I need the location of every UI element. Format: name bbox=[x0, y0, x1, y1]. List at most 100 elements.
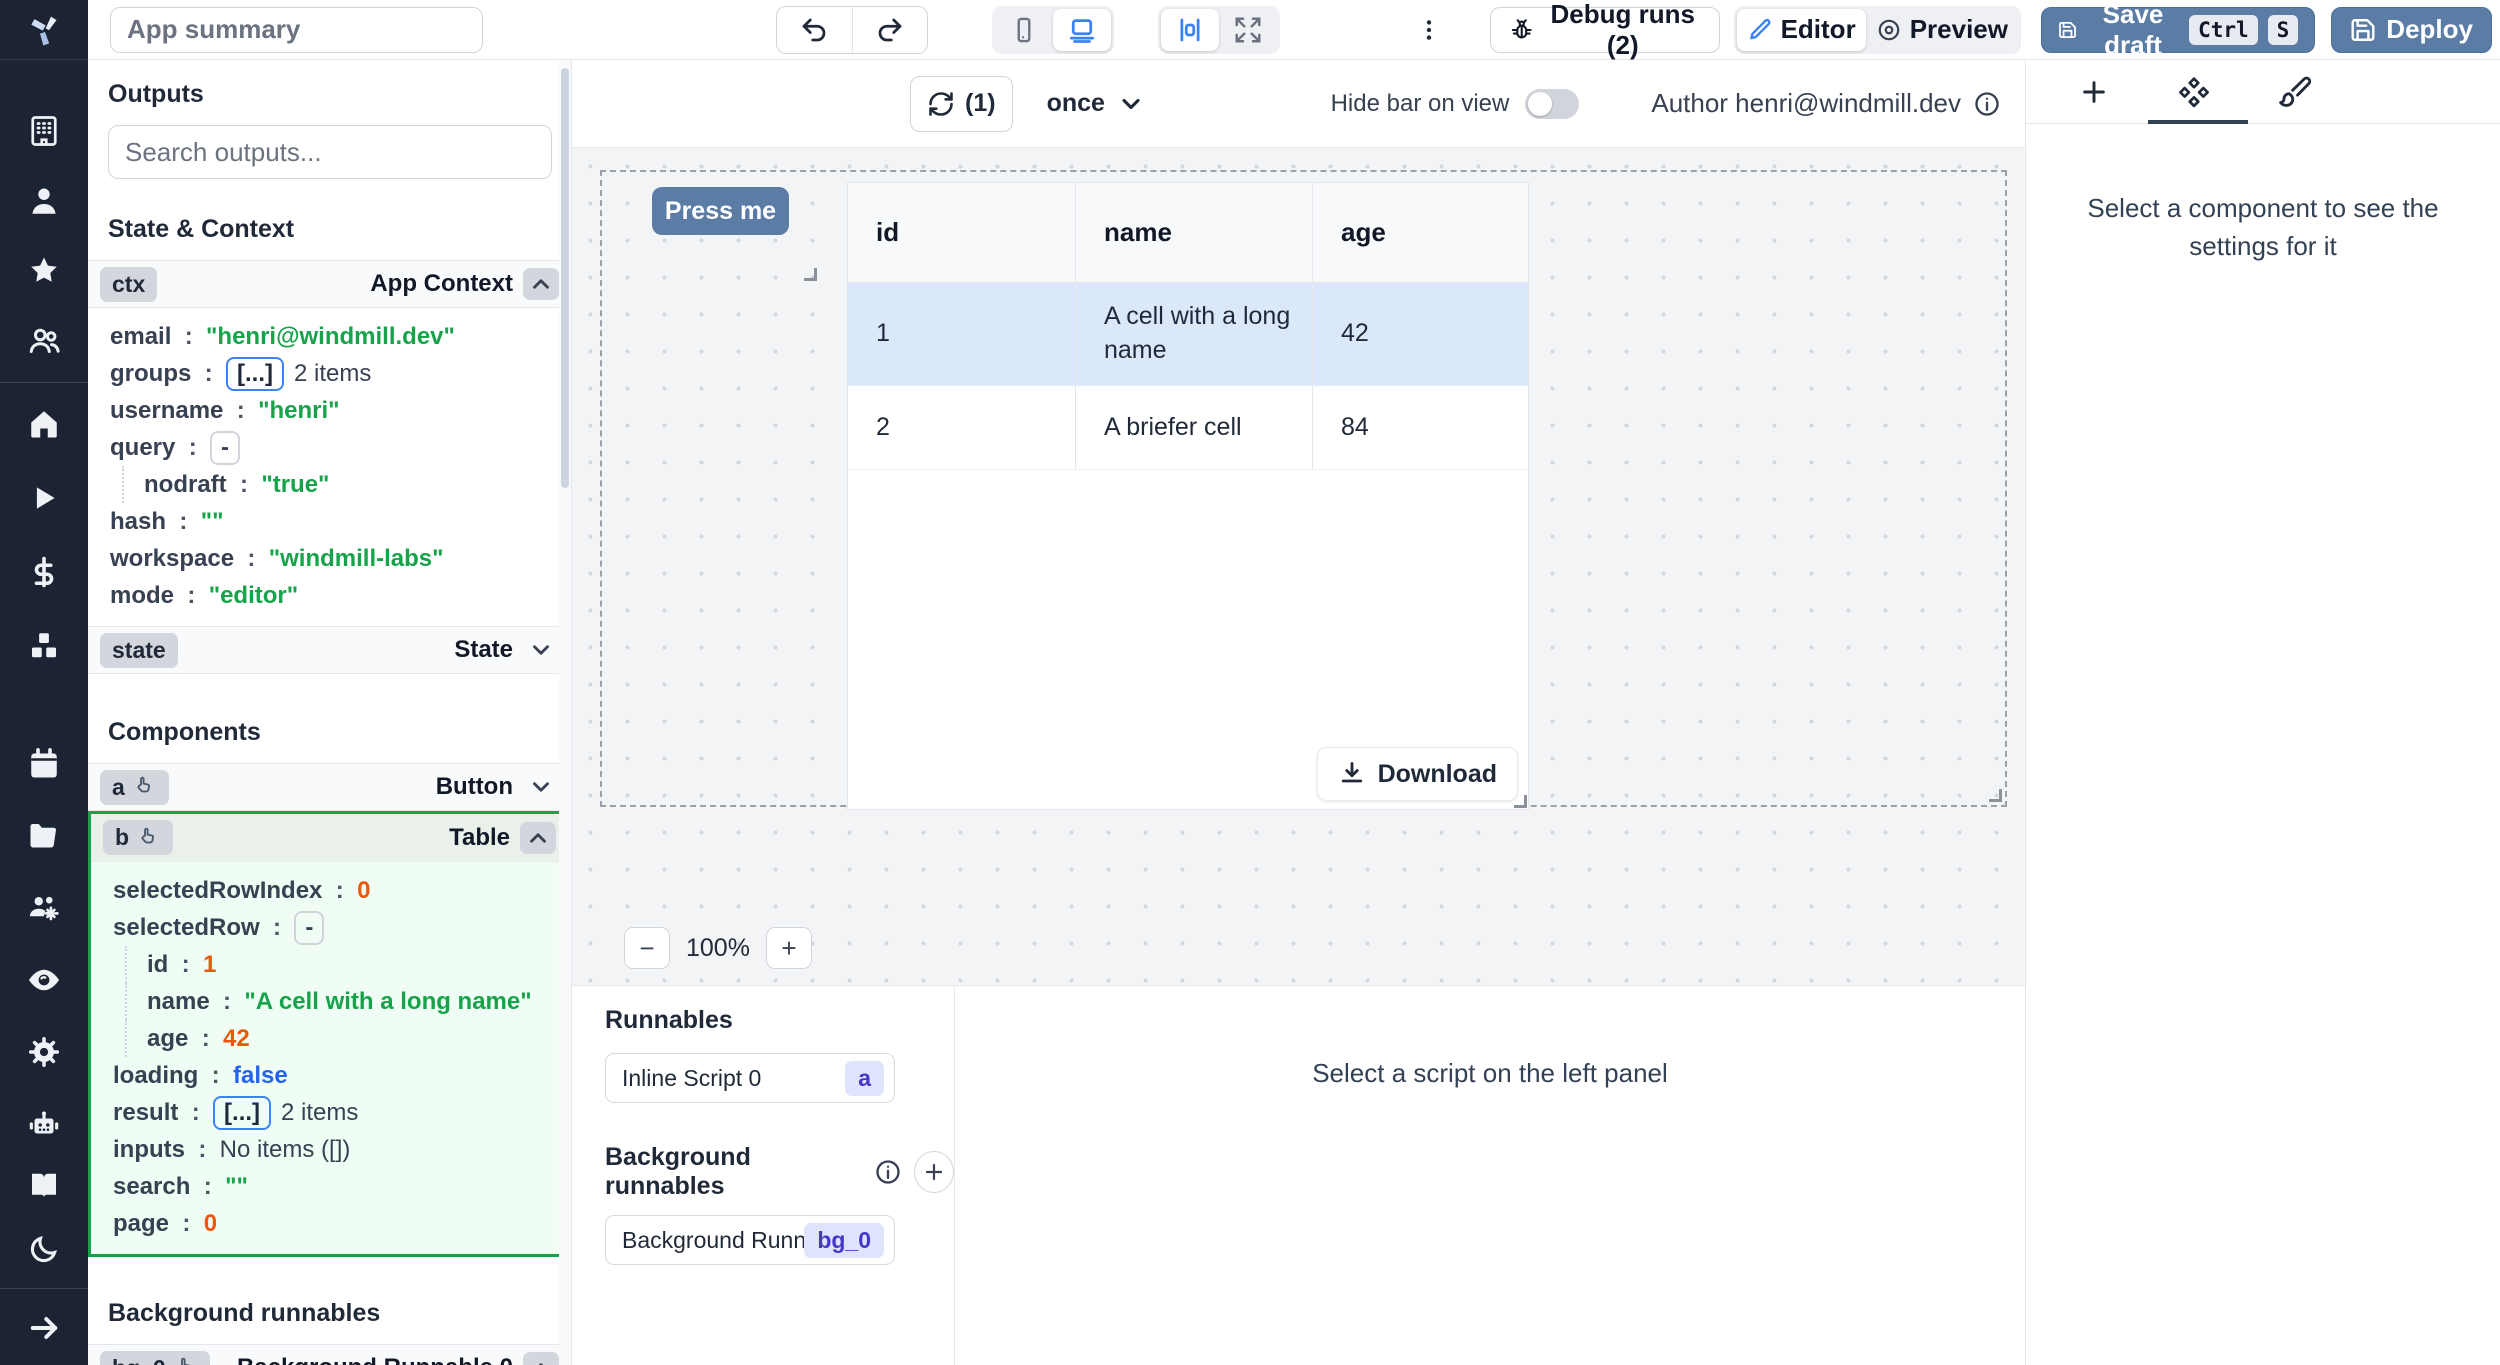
expand-array-badge[interactable]: [...] bbox=[226, 357, 284, 391]
more-menu-button[interactable] bbox=[1412, 7, 1446, 53]
deploy-button[interactable]: Deploy bbox=[2331, 7, 2492, 53]
resize-handle[interactable] bbox=[804, 268, 817, 281]
output-row: nodraft"true" bbox=[122, 466, 571, 503]
folder-icon[interactable] bbox=[17, 809, 71, 863]
app-canvas[interactable]: Press me id name age 1 A cell with a lon… bbox=[572, 148, 2025, 985]
button-component-header[interactable]: a Button bbox=[88, 763, 571, 811]
info-icon[interactable] bbox=[874, 1158, 902, 1186]
chevron-up-icon[interactable] bbox=[523, 1352, 559, 1365]
outputs-scrollbar[interactable] bbox=[559, 60, 571, 1365]
background-runnables-header: Background runnables bbox=[605, 1143, 954, 1201]
output-row: query- bbox=[110, 429, 571, 466]
play-icon[interactable] bbox=[17, 471, 71, 525]
book-icon[interactable] bbox=[17, 1158, 71, 1212]
hide-bar-toggle[interactable] bbox=[1525, 89, 1579, 119]
calendar-icon[interactable] bbox=[17, 737, 71, 791]
table-row[interactable]: 1 A cell with a long name 42 bbox=[848, 283, 1528, 386]
state-section-header[interactable]: state State bbox=[88, 626, 571, 674]
chevron-down-icon[interactable] bbox=[523, 771, 559, 803]
press-me-button[interactable]: Press me bbox=[652, 187, 789, 235]
schedule-dropdown[interactable]: once bbox=[1047, 89, 1145, 118]
save-draft-button[interactable]: Save draft Ctrl S bbox=[2041, 7, 2315, 53]
table-component-header[interactable]: b Table bbox=[91, 814, 568, 862]
users-icon[interactable] bbox=[17, 314, 71, 368]
script-editor-empty-state: Select a script on the left panel bbox=[955, 986, 2025, 1365]
output-row: mode"editor" bbox=[110, 577, 571, 614]
refresh-count: (1) bbox=[965, 89, 996, 118]
undo-button[interactable] bbox=[777, 7, 852, 53]
column-header[interactable]: id bbox=[848, 183, 1075, 283]
chevron-up-icon[interactable] bbox=[523, 268, 559, 300]
debug-runs-button[interactable]: Debug runs (2) bbox=[1490, 7, 1719, 53]
editor-tab[interactable]: Editor bbox=[1737, 9, 1866, 51]
eye-icon[interactable] bbox=[17, 953, 71, 1007]
gear-icon[interactable] bbox=[17, 1025, 71, 1079]
windmill-logo[interactable] bbox=[0, 0, 88, 60]
output-row: username"henri" bbox=[110, 392, 571, 429]
inline-script-item[interactable]: Inline Script 0 a bbox=[605, 1053, 895, 1103]
users-gear-icon[interactable] bbox=[17, 881, 71, 935]
state-context-title: State & Context bbox=[88, 215, 571, 244]
table-row[interactable]: 2 A briefer cell 84 bbox=[848, 386, 1528, 470]
inline-script-badge: a bbox=[845, 1061, 884, 1096]
star-icon[interactable] bbox=[17, 244, 71, 298]
kbd-ctrl: Ctrl bbox=[2189, 15, 2258, 45]
component-settings-tab[interactable] bbox=[2144, 60, 2244, 124]
info-icon[interactable] bbox=[1973, 90, 2001, 118]
chevron-up-icon[interactable] bbox=[520, 822, 556, 854]
search-outputs-input[interactable] bbox=[108, 125, 552, 179]
resize-handle[interactable] bbox=[1514, 795, 1527, 808]
windmill-logo-icon bbox=[24, 10, 64, 50]
table-component-section: b Table selectedRowIndex0 selectedRow- i… bbox=[88, 811, 571, 1257]
redo-button[interactable] bbox=[852, 7, 927, 53]
arrow-right-icon[interactable] bbox=[17, 1301, 71, 1355]
zoom-out-button[interactable]: − bbox=[624, 927, 670, 969]
output-row: result[...]2 items bbox=[113, 1094, 568, 1131]
fullscreen-button[interactable] bbox=[1219, 9, 1277, 51]
app-summary-input[interactable] bbox=[110, 7, 483, 53]
empty-value-badge[interactable]: - bbox=[294, 911, 324, 945]
dollar-icon[interactable] bbox=[17, 545, 71, 599]
deploy-label: Deploy bbox=[2386, 14, 2473, 45]
redo-icon bbox=[875, 15, 905, 45]
mobile-view-button[interactable] bbox=[995, 9, 1053, 51]
center-align-button[interactable] bbox=[1161, 9, 1219, 51]
button-component-type: Button bbox=[436, 773, 513, 801]
bg-runnable-header[interactable]: bg_0 Background Runnable 0 bbox=[88, 1344, 571, 1365]
empty-value-badge[interactable]: - bbox=[210, 431, 240, 465]
refresh-icon bbox=[927, 90, 955, 118]
zoom-level: 100% bbox=[686, 934, 750, 963]
settings-panel: Select a component to see the settings f… bbox=[2025, 60, 2500, 1365]
expand-array-badge[interactable]: [...] bbox=[213, 1096, 271, 1130]
robot-icon[interactable] bbox=[17, 1097, 71, 1151]
cubes-icon[interactable] bbox=[17, 619, 71, 673]
refresh-button[interactable]: (1) bbox=[910, 76, 1013, 132]
chevron-down-icon[interactable] bbox=[523, 634, 559, 666]
user-icon[interactable] bbox=[17, 174, 71, 228]
preview-tab[interactable]: Preview bbox=[1866, 9, 2018, 51]
runnables-title: Runnables bbox=[605, 1006, 954, 1035]
insert-component-tab[interactable] bbox=[2044, 60, 2144, 124]
add-background-runnable-button[interactable] bbox=[914, 1151, 954, 1193]
save-icon bbox=[2350, 17, 2376, 43]
building-icon[interactable] bbox=[17, 104, 71, 158]
editor-preview-group: Editor Preview bbox=[1734, 6, 2021, 54]
home-icon[interactable] bbox=[17, 397, 71, 451]
download-button[interactable]: Download bbox=[1317, 747, 1518, 801]
moon-icon[interactable] bbox=[17, 1222, 71, 1276]
center-area: (1) once Hide bar on view Author henri@w… bbox=[572, 60, 2025, 1365]
output-row: name"A cell with a long name" bbox=[125, 983, 568, 1020]
runnables-panel: Runnables Inline Script 0 a Background r… bbox=[572, 986, 955, 1365]
pen-icon bbox=[1747, 17, 1773, 43]
chevron-down-icon bbox=[1117, 90, 1145, 118]
background-runnable-item[interactable]: Background Runna... bg_0 bbox=[605, 1215, 895, 1265]
styling-tab[interactable] bbox=[2244, 60, 2344, 124]
outputs-panel: Outputs State & Context ctx App Context … bbox=[88, 60, 572, 1365]
resize-handle[interactable] bbox=[1989, 789, 2002, 802]
zoom-in-button[interactable]: + bbox=[766, 927, 812, 969]
desktop-view-button[interactable] bbox=[1053, 9, 1111, 51]
ctx-section-header[interactable]: ctx App Context bbox=[88, 260, 571, 308]
column-header[interactable]: age bbox=[1312, 183, 1528, 283]
column-header[interactable]: name bbox=[1075, 183, 1312, 283]
hide-bar-label: Hide bar on view bbox=[1331, 90, 1510, 118]
